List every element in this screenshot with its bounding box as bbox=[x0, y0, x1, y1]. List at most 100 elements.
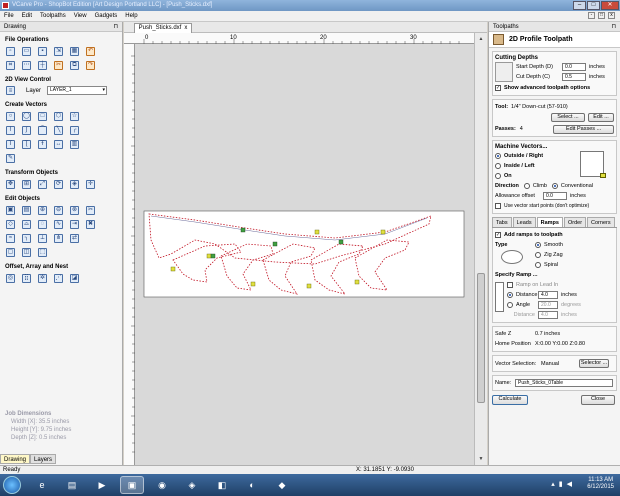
tab-tabs[interactable]: Tabs bbox=[492, 217, 512, 227]
tab-push-sticks[interactable]: Push_Sticks.dxf x bbox=[134, 23, 192, 33]
fillet-icon[interactable]: ╭ bbox=[70, 125, 79, 135]
vcarve-taskbar-icon[interactable]: ▣ bbox=[120, 476, 144, 494]
panel-pin-icon[interactable]: ⊓ bbox=[113, 22, 118, 32]
save-file-icon[interactable]: ▪ bbox=[38, 46, 47, 56]
inside-left-radio[interactable] bbox=[495, 163, 501, 169]
redo-icon[interactable]: ↷ bbox=[86, 60, 95, 70]
tab-ramps[interactable]: Ramps bbox=[536, 217, 563, 227]
node-edit-icon[interactable]: ◇ bbox=[6, 219, 15, 229]
cut-depth-input[interactable]: 0.5 bbox=[562, 73, 586, 81]
rotate-icon[interactable]: ⟳ bbox=[54, 179, 63, 189]
scroll-up-icon[interactable]: ▲ bbox=[477, 35, 485, 43]
distance-input[interactable]: 4.0 bbox=[538, 291, 558, 299]
draw-star-icon[interactable]: ☆ bbox=[70, 111, 79, 121]
edit-passes-button[interactable]: Edit Passes ... bbox=[553, 124, 614, 134]
circular-copy-icon[interactable]: ✲ bbox=[38, 273, 47, 283]
tab-corners[interactable]: Corners bbox=[587, 217, 615, 227]
move-icon[interactable]: ✥ bbox=[6, 179, 15, 189]
outside-right-radio[interactable] bbox=[495, 153, 501, 159]
weld-icon[interactable]: ⊕ bbox=[38, 205, 47, 215]
tab-leads[interactable]: Leads bbox=[512, 217, 536, 227]
close-button[interactable]: Close bbox=[581, 395, 615, 405]
angle-input[interactable]: 20.0 bbox=[538, 301, 558, 309]
start-button[interactable] bbox=[3, 476, 21, 494]
selector-button[interactable]: Selector ... bbox=[579, 359, 609, 368]
layer-select[interactable]: LAYER_1 ▾ bbox=[47, 86, 108, 95]
draw-arc-icon[interactable]: ⌒ bbox=[38, 125, 47, 135]
intersect-icon[interactable]: ⊗ bbox=[70, 205, 79, 215]
app-taskbar-icon-2[interactable]: ◧ bbox=[210, 476, 234, 494]
scroll-thumb[interactable] bbox=[477, 273, 485, 403]
copy-along-vector-icon[interactable]: ⋰ bbox=[54, 273, 63, 283]
rounded-rect-icon[interactable]: ▢ bbox=[6, 247, 15, 257]
mdi-minimize-button[interactable]: - bbox=[588, 12, 595, 19]
break-icon[interactable]: ⟂ bbox=[38, 233, 47, 243]
mdi-close-button[interactable]: x bbox=[608, 12, 615, 19]
explorer-icon[interactable]: ▤ bbox=[60, 476, 84, 494]
close-window-button[interactable]: ✕ bbox=[601, 1, 619, 10]
bounding-box-icon[interactable]: ⬚ bbox=[38, 247, 47, 257]
text-on-curve-icon[interactable]: Ʈ bbox=[22, 139, 31, 149]
menu-file[interactable]: File bbox=[4, 13, 14, 19]
app-taskbar-icon-4[interactable]: ◆ bbox=[270, 476, 294, 494]
draw-freehand-icon[interactable]: ✎ bbox=[6, 153, 15, 163]
toolpath-name-input[interactable]: Push_Sticks_0Table bbox=[515, 379, 613, 387]
text-icon[interactable]: T bbox=[6, 139, 15, 149]
menu-help[interactable]: Help bbox=[125, 13, 137, 19]
extend-icon[interactable]: ⇥ bbox=[70, 219, 79, 229]
canvas-scrollbar[interactable]: ▲ ▼ bbox=[474, 33, 487, 465]
undo-icon[interactable]: ↶ bbox=[86, 46, 95, 56]
select-tool-button[interactable]: Select ... bbox=[551, 112, 585, 122]
advanced-options-checkbox[interactable]: ✓ bbox=[495, 85, 501, 91]
draw-curve-icon[interactable]: ∫ bbox=[22, 125, 31, 135]
draw-rectangle-icon[interactable]: □ bbox=[38, 111, 47, 121]
new-file-icon[interactable]: ▫ bbox=[6, 46, 15, 56]
rulers-icon[interactable]: ┼ bbox=[38, 60, 47, 70]
calculate-button[interactable]: Calculate bbox=[492, 395, 528, 405]
split-icon[interactable]: ⋔ bbox=[54, 233, 63, 243]
app-taskbar-icon-3[interactable]: ◐ bbox=[240, 476, 264, 494]
auto-layout-text-icon[interactable]: Ŧ bbox=[38, 139, 47, 149]
scroll-down-icon[interactable]: ▼ bbox=[477, 455, 485, 463]
edit-tool-button[interactable]: Edit ... bbox=[588, 112, 614, 122]
smooth-icon[interactable]: ≈ bbox=[6, 233, 15, 243]
distance-radio[interactable] bbox=[507, 292, 513, 298]
spiral-radio[interactable] bbox=[535, 262, 541, 268]
volume-icon[interactable]: ◀ bbox=[567, 480, 572, 488]
outline-icon[interactable]: ◫ bbox=[22, 247, 31, 257]
distort-icon[interactable]: ◈ bbox=[70, 179, 79, 189]
ramp-on-lead-checkbox[interactable] bbox=[507, 282, 513, 288]
draw-line-icon[interactable]: ╲ bbox=[54, 125, 63, 135]
zigzag-radio[interactable] bbox=[535, 252, 541, 258]
import-icon[interactable]: ⇲ bbox=[54, 46, 63, 56]
menu-toolpaths[interactable]: Toolpaths bbox=[40, 13, 66, 19]
ie-icon[interactable]: e bbox=[30, 476, 54, 494]
snap-settings-icon[interactable]: ⋯ bbox=[22, 60, 31, 70]
menu-edit[interactable]: Edit bbox=[22, 13, 32, 19]
scale-icon[interactable]: ⤢ bbox=[38, 179, 47, 189]
draw-polyline-icon[interactable]: ⌇ bbox=[6, 125, 15, 135]
close-tab-icon[interactable]: x bbox=[184, 25, 187, 31]
mirror-icon[interactable]: ✛ bbox=[86, 179, 95, 189]
group-icon[interactable]: ▣ bbox=[6, 205, 15, 215]
tab-order[interactable]: Order bbox=[563, 217, 587, 227]
start-depth-input[interactable]: 0.0 bbox=[562, 63, 586, 71]
open-file-icon[interactable]: ▭ bbox=[22, 46, 31, 56]
climb-radio[interactable] bbox=[523, 183, 530, 189]
import-bitmap-icon[interactable]: ▦ bbox=[70, 46, 79, 56]
panel-pin-icon[interactable]: ⊓ bbox=[611, 22, 616, 32]
tray-arrow-icon[interactable]: ▴ bbox=[551, 480, 555, 488]
angle-radio[interactable] bbox=[507, 302, 513, 308]
draw-ellipse-icon[interactable]: ◯ bbox=[22, 111, 31, 121]
app-taskbar-icon-1[interactable]: ◈ bbox=[180, 476, 204, 494]
smooth-radio[interactable] bbox=[535, 242, 541, 248]
curve-fit-icon[interactable]: ∿ bbox=[54, 219, 63, 229]
menu-view[interactable]: View bbox=[74, 13, 87, 19]
copy-icon[interactable]: ⧉ bbox=[70, 60, 79, 70]
mdi-restore-button[interactable]: □ bbox=[598, 12, 605, 19]
allowance-input[interactable]: 0.0 bbox=[543, 192, 567, 200]
distance2-input[interactable]: 4.0 bbox=[538, 311, 558, 319]
join-vectors-icon[interactable]: ⌓ bbox=[22, 219, 31, 229]
draw-polygon-icon[interactable]: ⬡ bbox=[54, 111, 63, 121]
maximize-button[interactable]: □ bbox=[587, 1, 600, 10]
